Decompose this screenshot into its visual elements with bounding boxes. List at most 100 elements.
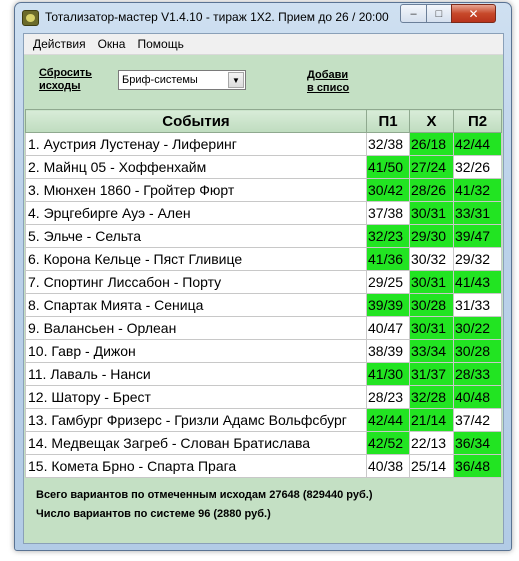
- table-row[interactable]: 6. Корона Кельце - Пяст Гливице 41/36 30/3…: [25, 247, 502, 271]
- outcome-cell-p2[interactable]: 32/26: [453, 155, 502, 179]
- column-header-p1[interactable]: П1: [366, 109, 410, 133]
- outcome-cell-x[interactable]: 30/31: [409, 201, 454, 225]
- outcome-cell-x[interactable]: 32/28: [409, 385, 454, 409]
- table-row[interactable]: 15. Комета Брно - Спарта Прага 40/38 25/14…: [25, 454, 502, 478]
- table-row[interactable]: 13. Гамбург Фризерс - Гризли Адамс Вольф…: [25, 408, 502, 432]
- outcome-cell-p1[interactable]: 41/30: [366, 362, 410, 386]
- event-cell: 15. Комета Брно - Спарта Прага: [25, 454, 367, 478]
- outcome-cell-p1[interactable]: 40/47: [366, 316, 410, 340]
- reset-outcomes-label-1: Сбросить: [39, 67, 92, 79]
- table-row[interactable]: 9. Валансьен - Орлеан 40/47 30/31 30/22: [25, 316, 502, 340]
- table-row[interactable]: 2. Майнц 05 - Хоффенхайм 41/50 27/24 32/26: [25, 155, 502, 179]
- outcome-cell-x[interactable]: 25/14: [409, 454, 454, 478]
- outcome-cell-p1[interactable]: 42/52: [366, 431, 410, 455]
- outcome-cell-p2[interactable]: 28/33: [453, 362, 502, 386]
- outcome-cell-p1[interactable]: 37/38: [366, 201, 410, 225]
- outcome-cell-p1[interactable]: 41/50: [366, 155, 410, 179]
- outcome-cell-p1[interactable]: 41/36: [366, 247, 410, 271]
- table-row[interactable]: 11. Лаваль - Нанси 41/30 31/37 28/33: [25, 362, 502, 386]
- system-select[interactable]: Бриф-системы ▼: [118, 70, 246, 90]
- reset-outcomes-label-2: исходы: [39, 80, 81, 92]
- outcome-cell-p2[interactable]: 36/48: [453, 454, 502, 478]
- system-select-value: Бриф-системы: [122, 74, 198, 86]
- outcome-cell-x[interactable]: 28/26: [409, 178, 454, 202]
- menu-item-help[interactable]: Помощь: [131, 37, 189, 51]
- outcome-cell-p2[interactable]: 40/48: [453, 385, 502, 409]
- event-cell: 4. Эрцгебирге Ауэ - Ален: [25, 201, 367, 225]
- outcome-cell-x[interactable]: 31/37: [409, 362, 454, 386]
- outcome-cell-p2[interactable]: 36/34: [453, 431, 502, 455]
- table-body: 1. Аустрия Лустенау - Лиферинг 32/38 26/18…: [25, 132, 502, 478]
- outcome-cell-p1[interactable]: 28/23: [366, 385, 410, 409]
- event-cell: 7. Спортинг Лиссабон - Порту: [25, 270, 367, 294]
- outcome-cell-p2[interactable]: 30/28: [453, 339, 502, 363]
- event-cell: 2. Майнц 05 - Хоффенхайм: [25, 155, 367, 179]
- outcome-cell-p1[interactable]: 32/23: [366, 224, 410, 248]
- summary-panel: Всего вариантов по отмеченным исходам 27…: [36, 486, 372, 524]
- menu-item-windows[interactable]: Окна: [92, 37, 132, 51]
- outcome-cell-x[interactable]: 30/31: [409, 316, 454, 340]
- outcome-cell-p1[interactable]: 32/38: [366, 132, 410, 156]
- table-row[interactable]: 3. Мюнхен 1860 - Гройтер Фюрт 30/42 28/26 4…: [25, 178, 502, 202]
- outcome-cell-p1[interactable]: 29/25: [366, 270, 410, 294]
- table-row[interactable]: 1. Аустрия Лустенау - Лиферинг 32/38 26/18…: [25, 132, 502, 156]
- client-area: Действия Окна Помощь Сбросить исходы Бри…: [23, 33, 504, 544]
- system-variants-text: Число вариантов по системе 96 (2880 руб.…: [36, 508, 271, 520]
- event-cell: 11. Лаваль - Нанси: [25, 362, 367, 386]
- table-row[interactable]: 4. Эрцгебирге Ауэ - Ален 37/38 30/31 33/31: [25, 201, 502, 225]
- window-title: Тотализатор-мастер V1.4.10 - тираж 1X2. …: [45, 10, 389, 24]
- column-header-events[interactable]: События: [25, 109, 367, 133]
- outcome-cell-p2[interactable]: 31/33: [453, 293, 502, 317]
- title-bar[interactable]: Тотализатор-мастер V1.4.10 - тираж 1X2. …: [15, 3, 511, 33]
- maximize-button[interactable]: □: [426, 4, 452, 23]
- outcome-cell-x[interactable]: 30/28: [409, 293, 454, 317]
- outcome-cell-p2[interactable]: 37/42: [453, 408, 502, 432]
- table-header-row: События П1 Х П2: [25, 109, 502, 133]
- outcome-cell-x[interactable]: 30/31: [409, 270, 454, 294]
- outcome-cell-p2[interactable]: 33/31: [453, 201, 502, 225]
- chevron-down-icon[interactable]: ▼: [228, 72, 244, 88]
- table-row[interactable]: 5. Эльче - Сельта 32/23 29/30 39/47: [25, 224, 502, 248]
- outcome-cell-x[interactable]: 22/13: [409, 431, 454, 455]
- outcome-cell-p1[interactable]: 40/38: [366, 454, 410, 478]
- outcome-cell-p2[interactable]: 42/44: [453, 132, 502, 156]
- outcome-cell-x[interactable]: 26/18: [409, 132, 454, 156]
- menu-bar: Действия Окна Помощь: [24, 34, 503, 55]
- total-variants-text: Всего вариантов по отмеченным исходам 27…: [36, 489, 373, 501]
- event-cell: 5. Эльче - Сельта: [25, 224, 367, 248]
- app-icon[interactable]: [22, 10, 39, 26]
- outcome-cell-p1[interactable]: 38/39: [366, 339, 410, 363]
- table-row[interactable]: 8. Спартак Мията - Сеница 39/39 30/28 31/33: [25, 293, 502, 317]
- outcome-cell-x[interactable]: 30/32: [409, 247, 454, 271]
- reset-outcomes-link[interactable]: Сбросить исходы: [39, 67, 92, 93]
- outcome-cell-p2[interactable]: 41/32: [453, 178, 502, 202]
- outcome-cell-p1[interactable]: 42/44: [366, 408, 410, 432]
- outcome-cell-x[interactable]: 33/34: [409, 339, 454, 363]
- minimize-button[interactable]: –: [400, 4, 427, 23]
- outcome-cell-p2[interactable]: 29/32: [453, 247, 502, 271]
- table-row[interactable]: 7. Спортинг Лиссабон - Порту 29/25 30/31 41…: [25, 270, 502, 294]
- event-cell: 12. Шатору - Брест: [25, 385, 367, 409]
- event-cell: 8. Спартак Мията - Сеница: [25, 293, 367, 317]
- outcome-cell-p2[interactable]: 30/22: [453, 316, 502, 340]
- close-button[interactable]: ✕: [451, 4, 496, 23]
- outcome-cell-x[interactable]: 27/24: [409, 155, 454, 179]
- menu-item-actions[interactable]: Действия: [27, 37, 92, 51]
- outcome-cell-p1[interactable]: 39/39: [366, 293, 410, 317]
- table-row[interactable]: 10. Гавр - Дижон 38/39 33/34 30/28: [25, 339, 502, 363]
- outcome-cell-x[interactable]: 21/14: [409, 408, 454, 432]
- outcome-cell-x[interactable]: 29/30: [409, 224, 454, 248]
- column-header-p2[interactable]: П2: [453, 109, 502, 133]
- outcome-cell-p2[interactable]: 41/43: [453, 270, 502, 294]
- outcome-cell-p2[interactable]: 39/47: [453, 224, 502, 248]
- table-row[interactable]: 14. Медвещак Загреб - Слован Братислава 4…: [25, 431, 502, 455]
- add-to-list-label-1: Добави: [307, 69, 349, 81]
- close-icon: ✕: [468, 6, 479, 21]
- add-to-list-link[interactable]: Добави в списо: [307, 69, 349, 95]
- outcome-cell-p1[interactable]: 30/42: [366, 178, 410, 202]
- column-header-x[interactable]: Х: [409, 109, 454, 133]
- maximize-icon: □: [435, 7, 443, 20]
- events-table: События П1 Х П2 1. Аустрия Лустенау - Ли…: [25, 109, 502, 478]
- table-row[interactable]: 12. Шатору - Брест 28/23 32/28 40/48: [25, 385, 502, 409]
- event-cell: 14. Медвещак Загреб - Слован Братислава: [25, 431, 367, 455]
